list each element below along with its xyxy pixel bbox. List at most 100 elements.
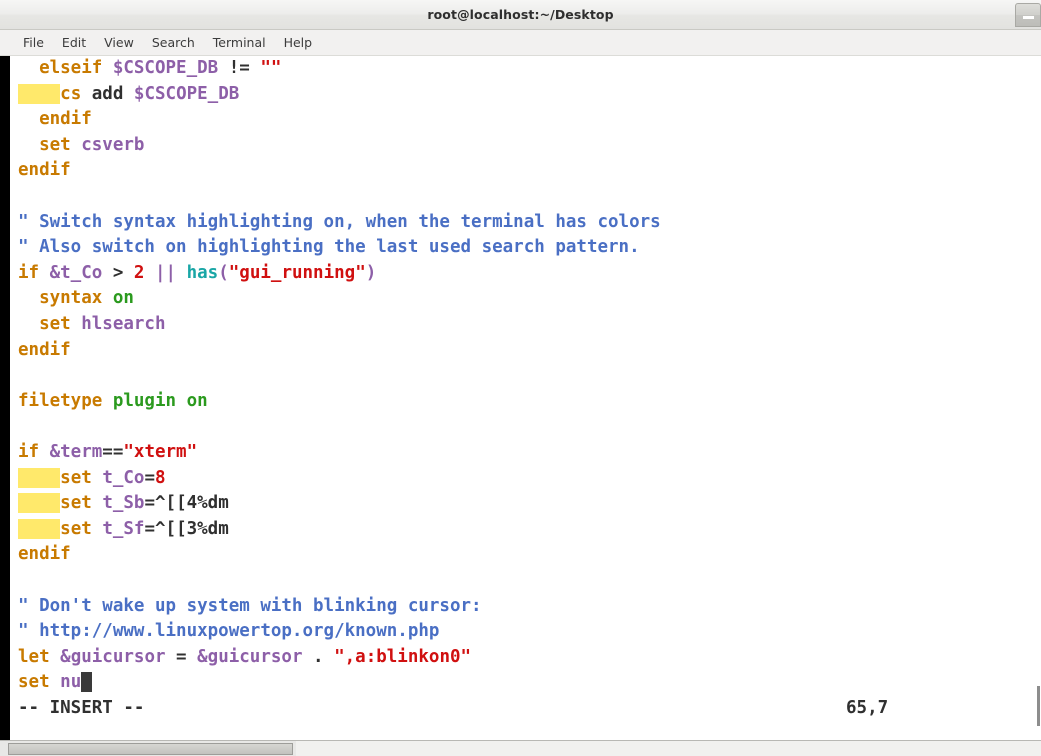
code-token-normal: add xyxy=(91,83,134,104)
code-token-option: $CSCOPE_DB xyxy=(133,83,240,104)
editor-line[interactable]: endif xyxy=(18,107,92,133)
code-token-string: ",a:blinkon0" xyxy=(334,646,472,667)
code-token-string: "gui_running" xyxy=(228,262,366,283)
code-token-const: on xyxy=(112,288,134,309)
editor-line[interactable]: set t_Co=8 xyxy=(18,466,166,492)
code-token-hl-search xyxy=(18,83,61,104)
code-token-normal: == xyxy=(102,442,124,462)
menu-item-help[interactable]: Help xyxy=(275,33,322,52)
code-token-keyword: set xyxy=(60,467,103,488)
code-token-keyword: set xyxy=(18,134,82,155)
code-token-comment: " Switch syntax highlighting on, when th… xyxy=(18,211,661,232)
desktop-taskbar xyxy=(0,740,1041,756)
code-token-keyword: set xyxy=(60,493,103,514)
editor-line[interactable]: cs add $CSCOPE_DB xyxy=(18,82,239,108)
editor-line[interactable]: set nu xyxy=(18,670,92,696)
vim-ruler: 65,7 xyxy=(846,698,889,718)
code-token-option: $CSCOPE_DB xyxy=(112,58,219,78)
editor-line[interactable]: filetype plugin on xyxy=(18,389,208,415)
code-token-option: &t_Co xyxy=(49,262,103,283)
code-token-keyword: set xyxy=(18,314,82,334)
menu-item-view[interactable]: View xyxy=(95,33,143,52)
window-title: root@localhost:~/Desktop xyxy=(427,7,614,22)
code-token-normal: =^[[4%dm xyxy=(144,493,229,514)
code-token-operator: ( xyxy=(218,262,229,283)
code-token-normal: > xyxy=(102,262,134,283)
code-token-option: &guicursor xyxy=(60,646,166,667)
editor-line[interactable]: " Switch syntax highlighting on, when th… xyxy=(18,210,661,236)
code-token-keyword: set xyxy=(18,672,61,693)
minimize-button[interactable] xyxy=(1015,3,1041,27)
menu-item-file[interactable]: File xyxy=(14,33,53,52)
window-controls xyxy=(1015,3,1041,27)
code-token-keyword: syntax xyxy=(18,288,113,309)
code-token-normal: =^[[3%dm xyxy=(144,518,229,539)
code-token-operator: ) xyxy=(365,262,377,283)
editor-line[interactable]: set t_Sf=^[[3%dm xyxy=(18,517,229,543)
code-token-option: t_Sf xyxy=(102,518,145,539)
code-token-comment: " http://www.linuxpowertop.org/known.php xyxy=(18,621,440,642)
code-token-normal: . xyxy=(302,646,335,667)
code-token-func: has xyxy=(186,262,219,283)
code-token-operator: || xyxy=(144,262,187,283)
editor-line[interactable]: endif xyxy=(18,158,71,184)
code-token-string: "xterm" xyxy=(123,442,198,462)
code-token-option: nu xyxy=(60,672,82,693)
editor-line[interactable]: " http://www.linuxpowertop.org/known.php xyxy=(18,619,439,645)
terminal-window: root@localhost:~/Desktop File Edit View Sea… xyxy=(0,0,1041,756)
code-token-normal: = xyxy=(144,467,156,488)
code-token-comment: " Don't wake up system with blinking cur… xyxy=(18,595,482,616)
editor-line[interactable]: set t_Sb=^[[4%dm xyxy=(18,491,229,517)
code-token-cursor-block xyxy=(81,672,92,693)
code-token-normal: != xyxy=(218,58,261,78)
vertical-scrollbar[interactable] xyxy=(1037,56,1041,740)
editor-line[interactable]: elseif $CSCOPE_DB != "" xyxy=(18,56,281,82)
menu-item-edit[interactable]: Edit xyxy=(53,33,95,52)
code-token-keyword: endif xyxy=(18,339,71,360)
terminal-left-margin xyxy=(0,56,10,740)
code-token-keyword: endif xyxy=(18,160,71,181)
vertical-scrollbar-thumb[interactable] xyxy=(1037,686,1040,726)
code-token-option: hlsearch xyxy=(81,314,166,334)
editor-line[interactable]: endif xyxy=(18,542,71,568)
editor-line[interactable]: syntax on xyxy=(18,286,134,312)
code-token-keyword: cs xyxy=(60,83,92,104)
code-token-keyword: if xyxy=(18,262,50,283)
code-token-number: 8 xyxy=(155,467,166,488)
vim-editor-screen[interactable]: elseif $CSCOPE_DB != "" cs add $CSCOPE_D… xyxy=(0,56,1041,740)
code-token-hl-search xyxy=(18,518,61,539)
code-token-option: t_Co xyxy=(102,467,145,488)
code-token-keyword: elseif xyxy=(18,58,113,78)
editor-line[interactable]: if &term=="xterm" xyxy=(18,440,197,466)
code-token-keyword: set xyxy=(60,518,103,539)
menu-item-search[interactable]: Search xyxy=(143,33,204,52)
editor-line[interactable]: set csverb xyxy=(18,133,144,159)
code-token-normal: = xyxy=(165,646,198,667)
code-token-number: 2 xyxy=(133,262,145,283)
code-token-hl-search xyxy=(18,467,61,488)
code-token-keyword: let xyxy=(18,646,61,667)
code-token-option: &guicursor xyxy=(197,646,303,667)
editor-line[interactable]: let &guicursor = &guicursor . ",a:blinko… xyxy=(18,645,471,671)
taskbar-window-button[interactable] xyxy=(8,743,293,755)
code-token-option: t_Sb xyxy=(102,493,145,514)
code-token-const: plugin on xyxy=(112,390,208,411)
code-token-string: "" xyxy=(260,58,282,78)
code-token-keyword: endif xyxy=(18,109,92,130)
window-titlebar[interactable]: root@localhost:~/Desktop xyxy=(0,0,1041,30)
editor-line[interactable]: " Also switch on highlighting the last u… xyxy=(18,235,640,261)
code-token-keyword: if xyxy=(18,442,50,462)
terminal-content-area[interactable]: elseif $CSCOPE_DB != "" cs add $CSCOPE_D… xyxy=(0,56,1041,740)
menu-bar: File Edit View Search Terminal Help xyxy=(0,30,1041,56)
taskbar-empty-area xyxy=(296,741,1041,756)
editor-line[interactable]: endif xyxy=(18,338,71,364)
code-token-keyword: endif xyxy=(18,544,71,565)
code-token-option: &term xyxy=(49,442,103,462)
editor-line[interactable]: set hlsearch xyxy=(18,312,166,338)
editor-line[interactable]: if &t_Co > 2 || has("gui_running") xyxy=(18,261,376,287)
code-token-hl-search xyxy=(18,493,61,514)
editor-line[interactable]: " Don't wake up system with blinking cur… xyxy=(18,594,482,620)
code-token-comment: " Also switch on highlighting the last u… xyxy=(18,237,640,258)
code-token-keyword: filetype xyxy=(18,390,113,411)
menu-item-terminal[interactable]: Terminal xyxy=(204,33,275,52)
